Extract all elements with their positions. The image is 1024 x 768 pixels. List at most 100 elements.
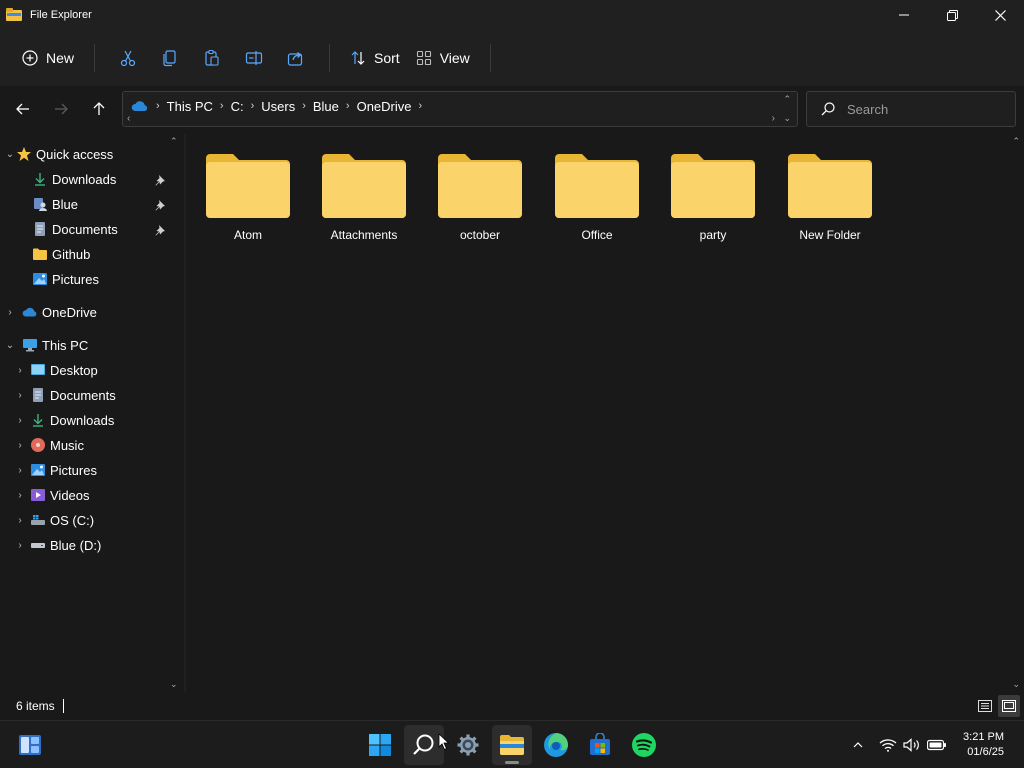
- breadcrumb-blue[interactable]: Blue: [313, 99, 339, 114]
- new-button[interactable]: New: [14, 41, 82, 75]
- share-button[interactable]: [275, 41, 317, 75]
- large-icons-view-button[interactable]: [998, 695, 1020, 717]
- scroll-down-icon[interactable]: ⌄: [783, 113, 791, 124]
- widgets-button[interactable]: [10, 725, 50, 765]
- start-button[interactable]: [360, 725, 400, 765]
- nav-item-github[interactable]: Github: [32, 242, 90, 266]
- nav-item-downloads[interactable]: Downloads: [32, 167, 116, 191]
- nav-item-blue[interactable]: Blue: [32, 192, 78, 216]
- nav-item-pictures[interactable]: Pictures: [32, 267, 99, 291]
- volume-icon[interactable]: [900, 738, 924, 752]
- chevron-down-icon[interactable]: ⌄: [4, 149, 16, 160]
- nav-item-pc-documents[interactable]: › Documents: [14, 383, 115, 407]
- copy-icon: [163, 50, 176, 67]
- battery-icon[interactable]: [924, 739, 950, 751]
- chevron-right-icon[interactable]: ›: [14, 515, 26, 526]
- document-icon: [32, 221, 48, 237]
- breadcrumb-onedrive[interactable]: OneDrive: [357, 99, 412, 114]
- store-taskbar-button[interactable]: [580, 725, 620, 765]
- folder-item-atom[interactable]: Atom: [193, 152, 303, 262]
- folder-item-october[interactable]: october: [425, 152, 535, 262]
- chevron-right-icon[interactable]: ›: [14, 390, 26, 401]
- folder-item-party[interactable]: party: [658, 152, 768, 262]
- breadcrumb-users[interactable]: Users: [261, 99, 295, 114]
- folder-item-office[interactable]: Office: [542, 152, 652, 262]
- scroll-up-icon[interactable]: ⌃: [783, 94, 791, 105]
- scroll-down-icon[interactable]: ⌄: [1012, 679, 1020, 690]
- sort-label: Sort: [374, 50, 400, 66]
- breadcrumb-this-pc[interactable]: This PC: [167, 99, 213, 114]
- arrow-right-icon: [55, 103, 68, 115]
- sort-button[interactable]: Sort: [342, 41, 408, 75]
- paste-button[interactable]: [191, 41, 233, 75]
- restore-button[interactable]: [928, 0, 976, 30]
- copy-button[interactable]: [149, 41, 191, 75]
- nav-item-documents[interactable]: Documents: [32, 217, 118, 241]
- scroll-up-icon[interactable]: ⌃: [170, 136, 178, 147]
- forward-button[interactable]: [46, 96, 76, 122]
- clock[interactable]: 3:21 PM 01/6/25: [963, 730, 1004, 760]
- nav-item-videos[interactable]: › Videos: [14, 483, 89, 507]
- close-button[interactable]: [976, 0, 1024, 30]
- edge-taskbar-button[interactable]: [536, 725, 576, 765]
- nav-item-pc-downloads[interactable]: › Downloads: [14, 408, 114, 432]
- scroll-up-icon[interactable]: ⌃: [1012, 136, 1020, 147]
- nav-item-desktop[interactable]: › Desktop: [14, 358, 97, 382]
- cut-icon: [120, 50, 136, 67]
- rename-button[interactable]: [233, 41, 275, 75]
- settings-taskbar-button[interactable]: [448, 725, 488, 765]
- sort-icon: [351, 51, 365, 65]
- folder-item-new-folder[interactable]: New Folder: [775, 152, 885, 262]
- scroll-right-icon[interactable]: ›: [772, 113, 775, 124]
- nav-item-pc-pictures[interactable]: › Pictures: [14, 458, 97, 482]
- minimize-button[interactable]: [880, 0, 928, 30]
- taskbar: 3:21 PM 01/6/25: [0, 720, 1024, 768]
- search-input[interactable]: Search: [806, 91, 1016, 127]
- nav-label: Downloads: [50, 412, 115, 428]
- address-bar[interactable]: › This PC › C: › Users › Blue › OneDrive…: [122, 91, 798, 127]
- nav-this-pc[interactable]: ⌄ This PC: [4, 333, 88, 357]
- windows-logo-icon: [369, 734, 391, 756]
- chevron-right-icon[interactable]: ›: [14, 415, 26, 426]
- chevron-right-icon[interactable]: ›: [419, 100, 423, 112]
- back-button[interactable]: [8, 96, 38, 122]
- file-explorer-icon: [6, 8, 22, 22]
- chevron-right-icon[interactable]: ›: [14, 440, 26, 451]
- chevron-right-icon[interactable]: ›: [14, 365, 26, 376]
- nav-quick-access[interactable]: ⌄ Quick access: [4, 142, 114, 166]
- up-button[interactable]: [84, 96, 114, 122]
- nav-label: Pictures: [52, 271, 99, 287]
- folder-icon: [32, 246, 48, 262]
- chevron-right-icon[interactable]: ›: [4, 307, 16, 318]
- show-hidden-icons-button[interactable]: [848, 742, 868, 748]
- chevron-right-icon[interactable]: ›: [14, 540, 26, 551]
- view-button[interactable]: View: [408, 41, 478, 75]
- pictures-icon: [32, 271, 48, 287]
- pin-icon: [154, 199, 166, 211]
- nav-item-os-c[interactable]: › OS (C:): [14, 508, 94, 532]
- cut-button[interactable]: [107, 41, 149, 75]
- drive-icon: [30, 537, 46, 553]
- nav-label: OS (C:): [50, 512, 95, 528]
- nav-item-blue-d[interactable]: › Blue (D:): [14, 533, 101, 557]
- chevron-right-icon[interactable]: ›: [14, 465, 26, 476]
- separator: [329, 44, 331, 72]
- spotify-icon: [632, 733, 656, 757]
- scroll-down-icon[interactable]: ⌄: [170, 679, 178, 690]
- chevron-down-icon[interactable]: ⌄: [4, 340, 16, 351]
- nav-label: Documents: [52, 221, 118, 237]
- breadcrumb-c-drive[interactable]: C:: [231, 99, 244, 114]
- chevron-right-icon: ›: [345, 100, 350, 112]
- folder-item-attachments[interactable]: Attachments: [309, 152, 419, 262]
- item-count: 6 items: [16, 699, 55, 713]
- scroll-left-icon[interactable]: ‹: [127, 113, 130, 124]
- file-explorer-taskbar-button[interactable]: [492, 725, 532, 765]
- spotify-taskbar-button[interactable]: [624, 725, 664, 765]
- nav-label: This PC: [42, 337, 89, 353]
- nav-onedrive[interactable]: › OneDrive: [4, 300, 97, 324]
- nav-item-music[interactable]: › Music: [14, 433, 84, 457]
- chevron-right-icon[interactable]: ›: [14, 490, 26, 501]
- onedrive-cloud-icon: [22, 304, 38, 320]
- wifi-icon[interactable]: [876, 738, 900, 752]
- details-view-button[interactable]: [974, 695, 996, 717]
